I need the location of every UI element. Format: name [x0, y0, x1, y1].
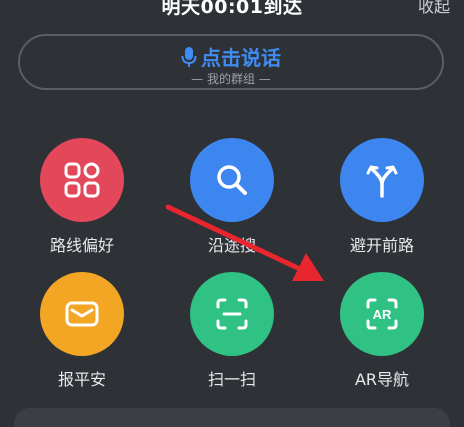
voice-talk-button[interactable]: 点击说话 — 我的群组 — [18, 34, 444, 90]
scan-circle [190, 272, 274, 356]
search-along-circle [190, 138, 274, 222]
scan-label: 扫一扫 [207, 370, 256, 389]
fork-arrow-icon [366, 165, 398, 198]
route-preference-button[interactable]: 路线偏好 [22, 138, 142, 256]
search-along-button[interactable]: 沿途搜 [172, 138, 292, 256]
report-safety-button[interactable]: 报平安 [22, 272, 142, 390]
voice-talk-label: 点击说话 [201, 46, 281, 70]
envelope-icon [65, 301, 99, 327]
navigation-menu-screen: 明天00:01到达 收起 点击说话 — 我的群组 — 路线偏好 沿途搜 避开前路… [0, 0, 464, 427]
scan-icon [216, 298, 248, 330]
ar-icon: AR [366, 298, 398, 330]
collapse-button[interactable]: 收起 [418, 0, 450, 17]
voice-talk-row: 点击说话 [20, 42, 442, 71]
ar-navigation-button[interactable]: AR AR导航 [322, 272, 442, 390]
search-icon [217, 165, 247, 195]
svg-text:AR: AR [373, 307, 392, 322]
route-preference-circle [40, 138, 124, 222]
scan-button[interactable]: 扫一扫 [172, 272, 292, 390]
report-safety-circle [40, 272, 124, 356]
microphone-icon [181, 47, 197, 67]
report-safety-label: 报平安 [57, 370, 106, 389]
grid-icon [64, 162, 100, 198]
arrival-time-text: 明天00:01到达 [161, 0, 303, 18]
voice-group-label: — 我的群组 — [191, 72, 271, 86]
bottom-panel [14, 408, 450, 427]
ar-navigation-circle: AR [340, 272, 424, 356]
avoid-road-ahead-button[interactable]: 避开前路 [322, 138, 442, 256]
ar-navigation-label: AR导航 [354, 370, 410, 389]
avoid-road-ahead-label: 避开前路 [349, 236, 414, 255]
route-preference-label: 路线偏好 [49, 236, 114, 255]
avoid-road-ahead-circle [340, 138, 424, 222]
search-along-label: 沿途搜 [207, 236, 256, 255]
